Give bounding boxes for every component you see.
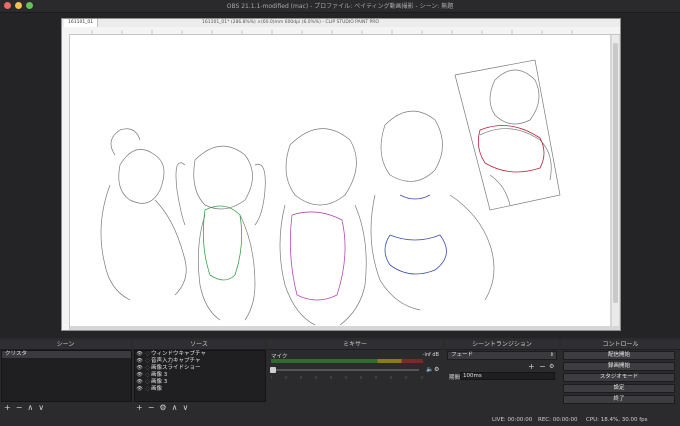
speaker-icon[interactable]: 🔈	[426, 366, 433, 373]
window-title: OBS 21.1.1-modified (mac) - プロファイル: ペイティ…	[226, 3, 454, 10]
visibility-eye-icon[interactable]: 👁	[135, 358, 144, 365]
scrollbar-thumb[interactable]	[613, 43, 618, 303]
clip-window-title: 161101_01* (286.8%%) ×(60.0)mm 600dpi (6…	[202, 20, 379, 25]
canvas-scrollbar[interactable]	[612, 35, 619, 326]
lock-icon[interactable]: ◌	[144, 379, 151, 386]
move-source-down-button[interactable]: ∨	[182, 403, 188, 412]
remove-scene-button[interactable]: −	[16, 403, 23, 412]
source-item[interactable]: 👁 ◌画像 3	[135, 372, 265, 379]
move-scene-down-button[interactable]: ∨	[38, 403, 44, 412]
add-source-button[interactable]: +	[136, 403, 143, 412]
visibility-eye-icon[interactable]: 👁	[135, 351, 144, 358]
horizontal-ruler	[62, 27, 620, 35]
source-item[interactable]: 👁 ◌画像 3	[135, 379, 265, 386]
volume-meter	[271, 359, 423, 363]
mixer-dock-header: ミキサー	[267, 340, 443, 350]
captured-clip-studio-window: 161101_01 161101_01* (286.8%%) ×(60.0)mm…	[61, 18, 621, 331]
visibility-eye-icon[interactable]: 👁	[135, 365, 144, 372]
lock-icon[interactable]: ◌	[144, 365, 151, 372]
scene-item-label: クリスタ	[5, 351, 28, 357]
transition-select-value: フェード	[451, 352, 474, 358]
source-item[interactable]: 👁 ◌ウィンドウキャプチャ	[135, 351, 265, 358]
scene-item[interactable]: クリスタ	[2, 351, 131, 358]
mixer-db-readout: -inf dB	[422, 352, 439, 358]
source-item-label: 画像 3	[151, 379, 168, 385]
vertical-ruler	[62, 34, 70, 330]
lock-icon[interactable]: ◌	[144, 386, 151, 393]
add-transition-button[interactable]: +	[528, 362, 535, 371]
rec-time: REC: 00:00:00	[538, 417, 578, 423]
add-scene-button[interactable]: +	[4, 403, 11, 412]
preview-area[interactable]: 161101_01 161101_01* (286.8%%) ×(60.0)mm…	[0, 13, 680, 338]
clip-document-tab: 161101_01	[64, 19, 99, 27]
source-item[interactable]: 👁 ◌画像	[135, 386, 265, 393]
lock-icon[interactable]: ◌	[144, 372, 151, 379]
source-item-label: 画像	[151, 386, 163, 392]
lock-icon[interactable]: ◌	[144, 358, 151, 365]
status-bar: LIVE: 00:00:00 REC: 00:00:00 CPU: 18.4%,…	[0, 414, 680, 426]
sources-list[interactable]: 👁 ◌ウィンドウキャプチャ 👁 ◌音声入力キャプチャ 👁 ◌画像スライドショー 👁 ◌画…	[134, 350, 266, 402]
volume-slider-track[interactable]	[270, 367, 419, 373]
live-time: LIVE: 00:00:00	[492, 417, 533, 423]
controls-dock-header: コントロール	[561, 340, 680, 350]
settings-button[interactable]: 設定	[563, 384, 675, 393]
move-source-up-button[interactable]: ∧	[172, 403, 178, 412]
lock-icon[interactable]: ◌	[144, 351, 151, 358]
source-item-label: 画像スライドショー	[151, 365, 201, 371]
source-item-label: 画像 3	[151, 372, 168, 378]
visibility-eye-icon[interactable]: 👁	[135, 372, 144, 379]
source-item-label: 音声入力キャプチャ	[151, 358, 201, 364]
mixer-gear-icon[interactable]: ⚙	[434, 366, 439, 373]
duration-value: 100ms	[463, 373, 482, 379]
move-scene-up-button[interactable]: ∧	[27, 403, 33, 412]
volume-slider-handle[interactable]	[270, 367, 276, 373]
start-streaming-button[interactable]: 配信開始	[563, 351, 675, 360]
cpu-fps: CPU: 18.4%, 30.00 fps	[586, 417, 648, 423]
meter-ticks	[270, 364, 423, 379]
source-item[interactable]: 👁 ◌画像スライドショー	[135, 365, 265, 372]
scenes-dock-header: シーン	[0, 340, 131, 350]
duration-input[interactable]: 100ms	[460, 372, 555, 380]
sketch-illustration	[100, 59, 561, 326]
sources-toolbar: + − ⚙ ∧ ∨	[136, 402, 188, 412]
source-item-label: ウィンドウキャプチャ	[151, 351, 206, 357]
visibility-eye-icon[interactable]: 👁	[135, 379, 144, 386]
scenes-toolbar: + − ∧ ∨	[4, 402, 44, 412]
visibility-eye-icon[interactable]: 👁	[135, 386, 144, 393]
exit-button[interactable]: 終了	[563, 395, 675, 404]
transition-gear-icon[interactable]: ⚙	[549, 363, 554, 370]
transitions-dock-header: シーントランジション	[445, 340, 559, 350]
sources-dock-header: ソース	[133, 340, 265, 350]
drawing-canvas	[70, 35, 610, 326]
studio-mode-button[interactable]: スタジオモード	[563, 373, 675, 382]
source-properties-gear-icon[interactable]: ⚙	[159, 403, 166, 412]
duration-label: 期間	[449, 375, 461, 381]
transition-select[interactable]: フェード ⇕	[447, 351, 557, 360]
start-recording-button[interactable]: 録画開始	[563, 362, 675, 371]
scenes-list[interactable]: クリスタ	[1, 350, 132, 402]
remove-source-button[interactable]: −	[148, 403, 155, 412]
window-titlebar: OBS 21.1.1-modified (mac) - プロファイル: ペイティ…	[0, 0, 680, 13]
chevron-down-icon: ⇕	[549, 352, 554, 358]
source-item[interactable]: 👁 ◌音声入力キャプチャ	[135, 358, 265, 365]
audio-mixer: マイク -inf dB 🔈 ⚙	[268, 350, 442, 405]
remove-transition-button[interactable]: −	[539, 362, 546, 371]
